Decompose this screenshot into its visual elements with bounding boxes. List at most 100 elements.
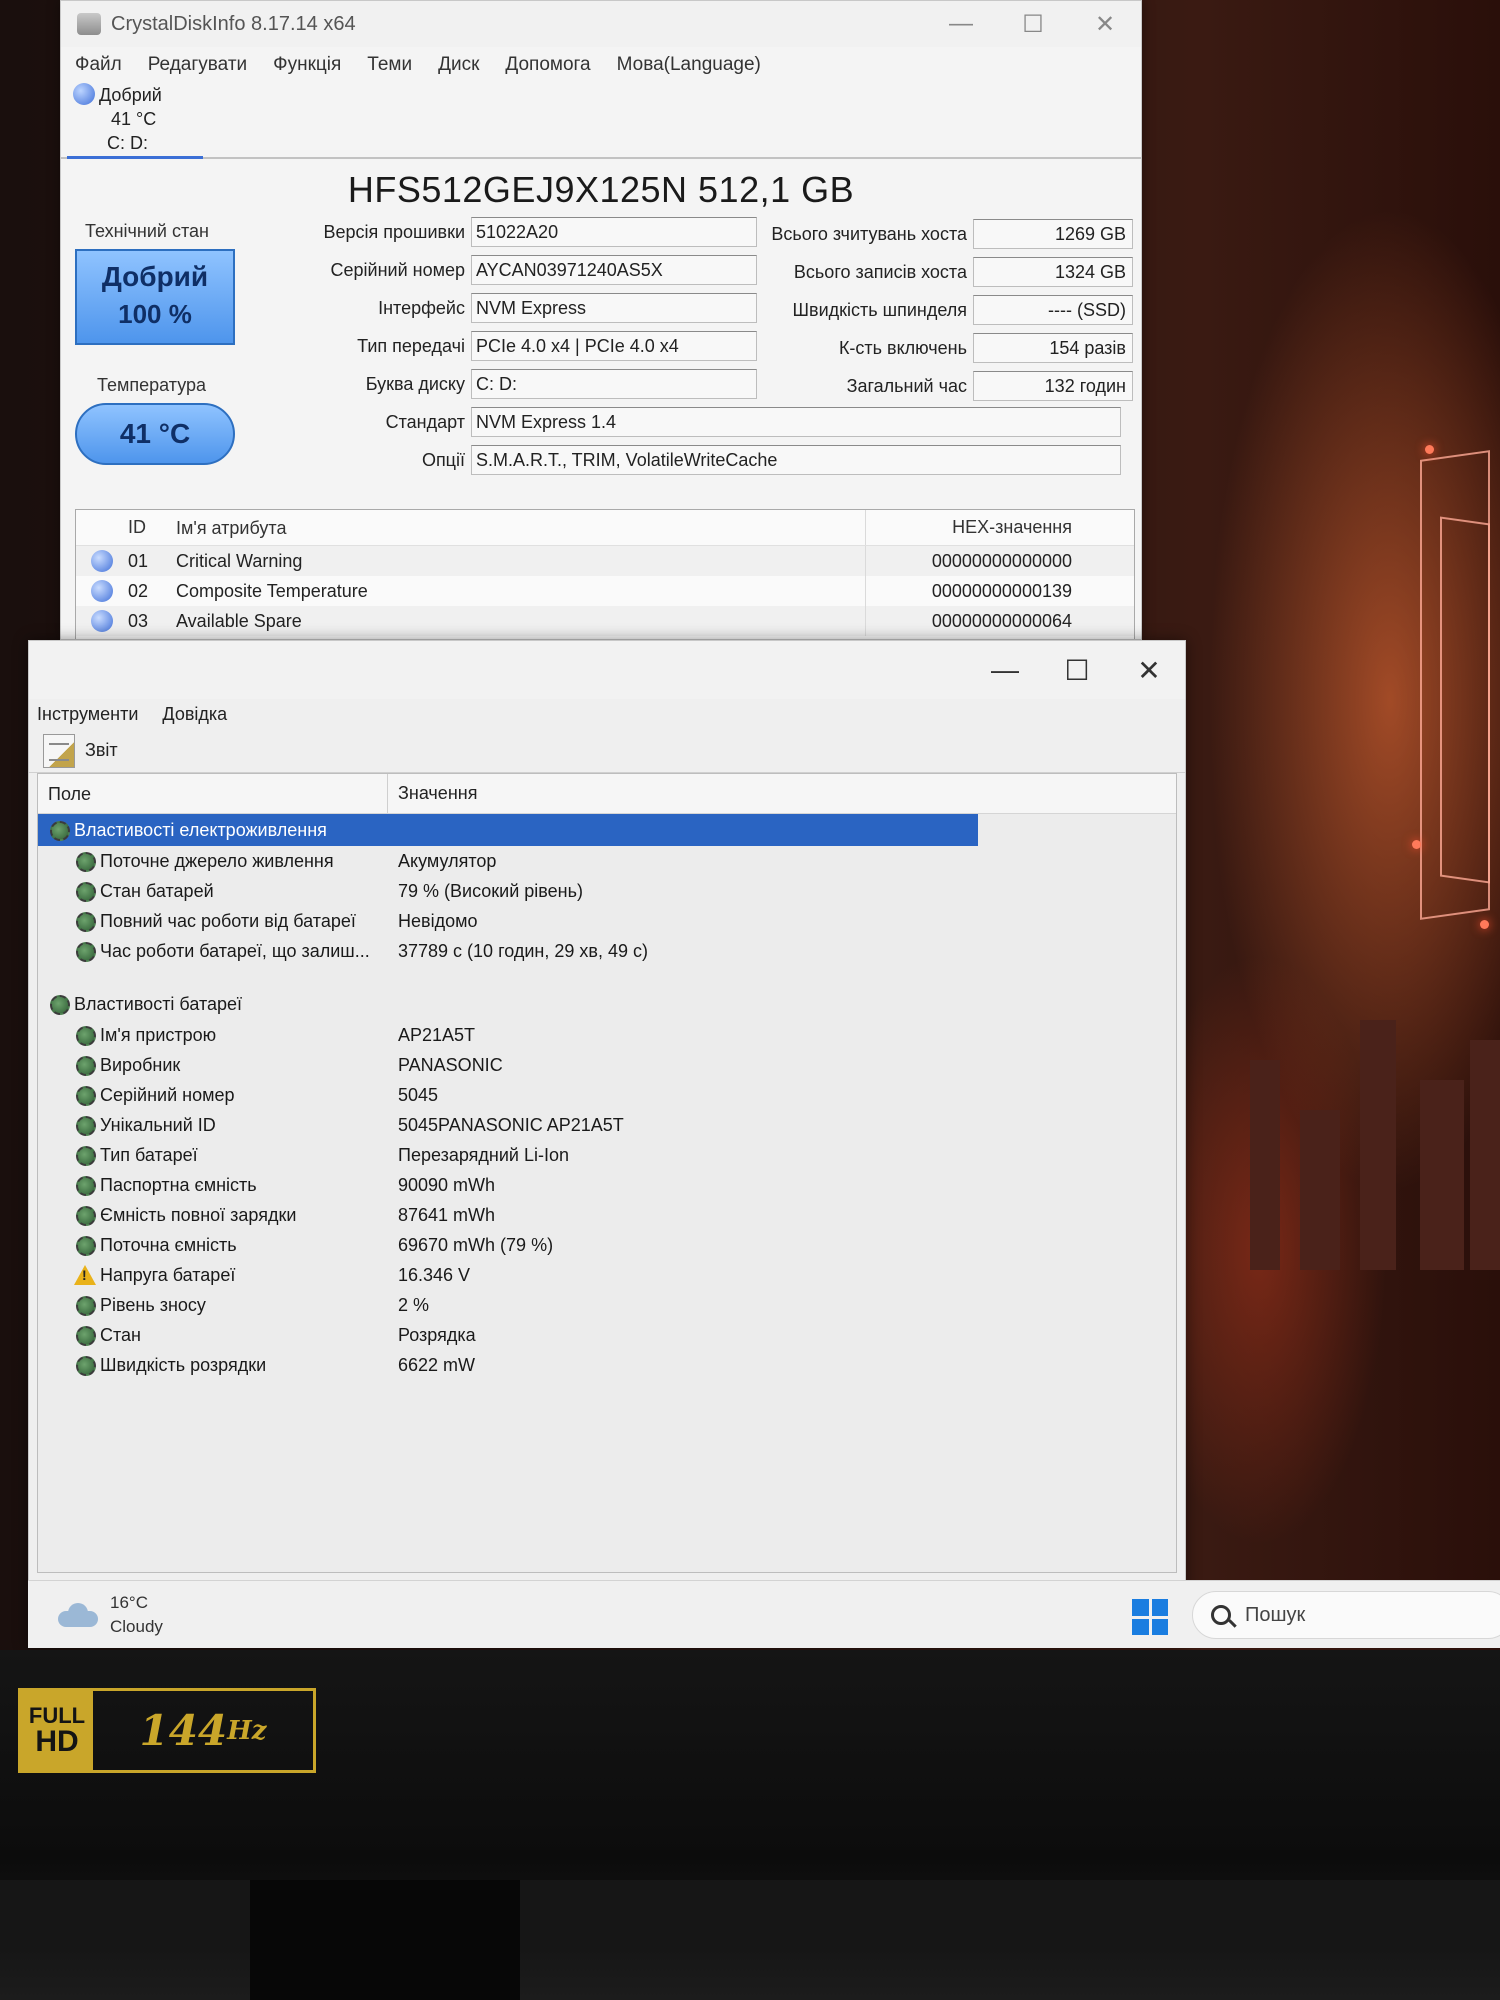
drive-tab-letters: C: D: <box>107 133 149 153</box>
close-button[interactable]: ✕ <box>1069 10 1141 39</box>
item-value: 5045 <box>398 1084 439 1105</box>
item-field: Серійний номер <box>100 1084 235 1105</box>
gear-icon <box>74 1024 96 1046</box>
header-value[interactable]: Значення <box>388 783 477 804</box>
status-dot-icon <box>91 550 113 572</box>
features-value: S.M.A.R.T., TRIM, VolatileWriteCache <box>471 445 1121 475</box>
list-item[interactable]: Поточна ємність 69670 mWh (79 %) <box>38 1230 1176 1260</box>
host-writes-row: Всього записів хоста 1324 GB <box>761 255 1133 289</box>
smart-row-id: 02 <box>128 580 149 601</box>
menu-help[interactable]: Допомога <box>505 54 590 76</box>
list-item[interactable]: Стан батарей 79 % (Високий рівень) <box>38 876 1176 906</box>
minimize-button[interactable]: — <box>925 10 997 39</box>
list-item[interactable]: Швидкість розрядки 6622 mW <box>38 1350 1176 1380</box>
drive-letter-value: C: D: <box>471 369 757 399</box>
rotation-value: ---- (SSD) <box>973 295 1133 325</box>
smart-row[interactable]: 01 Critical Warning 00000000000000 <box>76 546 1134 576</box>
drive-letter-row: Буква диску C: D: <box>281 367 757 401</box>
list-item[interactable]: Стан Розрядка <box>38 1320 1176 1350</box>
list-item[interactable]: Унікальний ID 5045PANASONIC AP21A5T <box>38 1110 1176 1140</box>
list-item[interactable]: Ім'я пристрою AP21A5T <box>38 1020 1176 1050</box>
report-button[interactable]: Звіт <box>85 740 118 761</box>
menu-help[interactable]: Довідка <box>162 704 227 725</box>
list-item[interactable]: Напруга батареї 16.346 V <box>38 1260 1176 1290</box>
list-item[interactable]: Повний час роботи від батареї Невідомо <box>38 906 1176 936</box>
section-power-properties[interactable]: Властивості електроживлення <box>38 814 978 846</box>
list-item[interactable]: Час роботи батареї, що залиш... 37789 с … <box>38 936 1176 966</box>
gear-icon <box>74 940 96 962</box>
item-value: 5045PANASONIC AP21A5T <box>398 1114 624 1135</box>
health-percent: 100 % <box>118 299 192 329</box>
wallpaper-glow <box>1412 840 1421 849</box>
title-bar[interactable]: CrystalDiskInfo 8.17.14 x64 — ☐ ✕ <box>61 1 1141 47</box>
gear-icon <box>48 993 70 1015</box>
smart-header-hex[interactable]: HEX-значення <box>866 517 1076 538</box>
gear-icon <box>74 1174 96 1196</box>
item-field: Виробник <box>100 1054 181 1075</box>
menu-language[interactable]: Мова(Language) <box>617 54 761 76</box>
menu-file[interactable]: Файл <box>75 54 122 76</box>
cloud-icon[interactable] <box>58 1602 98 1627</box>
gear-icon <box>74 1324 96 1346</box>
wallpaper-shape <box>1250 1060 1280 1270</box>
windows-start-icon[interactable] <box>1132 1599 1168 1635</box>
title-bar[interactable]: — ☐ ✕ <box>29 641 1185 699</box>
smart-row[interactable]: 03 Available Spare 00000000000064 <box>76 606 1134 636</box>
section-label: Властивості електроживлення <box>74 819 327 840</box>
list-item[interactable]: Виробник PANASONIC <box>38 1050 1176 1080</box>
power-count-label: К-сть включень <box>838 337 967 358</box>
grid-header: Поле Значення <box>38 774 1176 814</box>
menu-edit[interactable]: Редагувати <box>148 54 247 76</box>
toolbar: Звіт <box>29 729 1185 773</box>
drive-bar: Добрий 41 °C C: D: <box>61 83 1141 159</box>
gear-icon <box>48 819 70 841</box>
rotation-label: Швидкість шпинделя <box>792 299 967 320</box>
section-battery-properties[interactable]: Властивості батареї <box>38 988 1176 1020</box>
menu-disk[interactable]: Диск <box>438 54 479 76</box>
menu-function[interactable]: Функція <box>273 54 341 76</box>
item-field: Час роботи батареї, що залиш... <box>100 940 370 961</box>
list-item[interactable]: Рівень зносу 2 % <box>38 1290 1176 1320</box>
interface-value: NVM Express <box>471 293 757 323</box>
item-field: Тип батареї <box>100 1144 198 1165</box>
menu-tools[interactable]: Інструменти <box>37 704 138 725</box>
smart-row-id: 03 <box>128 610 149 631</box>
display-badge: FULL HD 144 Hz <box>18 1688 316 1773</box>
smart-table-header: ID Ім'я атрибута HEX-значення <box>76 510 1134 546</box>
list-item[interactable]: Тип батареї Перезарядний Li-Ion <box>38 1140 1176 1170</box>
battery-info-window: — ☐ ✕ Інструменти Довідка Звіт Поле Знач… <box>28 640 1186 1648</box>
health-status-button[interactable]: Добрий 100 % <box>75 249 235 345</box>
close-button[interactable]: ✕ <box>1113 654 1185 687</box>
weather-desc: Cloudy <box>110 1616 163 1636</box>
item-field: Швидкість розрядки <box>100 1354 267 1375</box>
list-item[interactable]: Ємність повної зарядки 87641 mWh <box>38 1200 1176 1230</box>
host-reads-row: Всього зчитувань хоста 1269 GB <box>761 217 1133 251</box>
list-item[interactable]: Серійний номер 5045 <box>38 1080 1176 1110</box>
maximize-button[interactable]: ☐ <box>997 10 1069 39</box>
taskbar-search[interactable]: Пошук <box>1192 1591 1500 1639</box>
firmware-row: Версія прошивки 51022A20 <box>281 215 757 249</box>
item-value: 90090 mWh <box>398 1174 496 1195</box>
health-status-icon <box>73 83 95 105</box>
badge-hd-text: HD <box>35 1724 79 1758</box>
header-field[interactable]: Поле <box>38 774 388 813</box>
item-field: Поточна ємність <box>100 1234 237 1255</box>
minimize-button[interactable]: — <box>969 654 1041 687</box>
drive-tab[interactable]: Добрий 41 °C C: D: <box>67 83 203 159</box>
smart-header-name[interactable]: Ім'я атрибута <box>176 510 866 545</box>
drive-model: HFS512GEJ9X125N 512,1 GB <box>347 169 855 210</box>
taskbar: 16°C Cloudy Пошук <box>28 1580 1500 1648</box>
smart-header-id[interactable]: ID <box>128 517 176 538</box>
temperature-button[interactable]: 41 °C <box>75 403 235 465</box>
smart-row[interactable]: 02 Composite Temperature 00000000000139 <box>76 576 1134 606</box>
property-grid: Поле Значення Властивості електроживленн… <box>37 773 1177 1573</box>
list-item[interactable]: Паспортна ємність 90090 mWh <box>38 1170 1176 1200</box>
list-item[interactable]: Поточне джерело живлення Акумулятор <box>38 846 1176 876</box>
features-label: Опції <box>421 449 465 470</box>
section-label: Властивості батареї <box>74 993 243 1014</box>
drive-tab-status: Добрий <box>99 85 162 105</box>
maximize-button[interactable]: ☐ <box>1041 654 1113 687</box>
weather-widget[interactable]: 16°C Cloudy <box>110 1591 163 1639</box>
item-field: Ім'я пристрою <box>100 1024 217 1045</box>
menu-theme[interactable]: Теми <box>367 54 412 76</box>
